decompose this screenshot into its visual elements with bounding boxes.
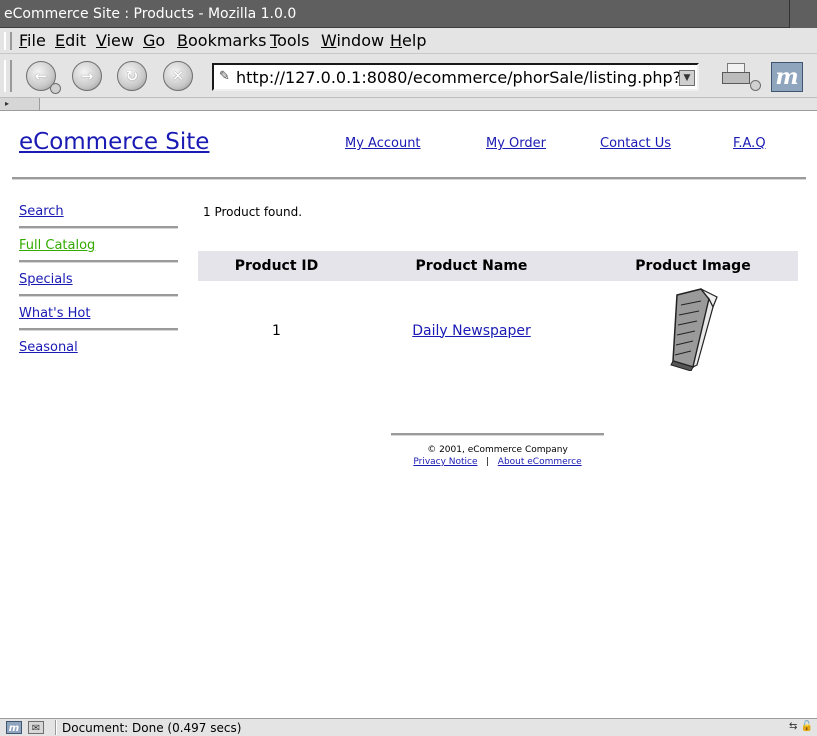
- about-ecommerce-link[interactable]: About eCommerce: [498, 457, 582, 467]
- menu-bookmarks[interactable]: Bookmarks: [177, 31, 266, 50]
- reload-icon: ↻: [125, 67, 139, 85]
- personal-toolbar: ▸: [0, 98, 817, 111]
- product-image-cell: [588, 281, 798, 380]
- header-divider: [12, 177, 806, 180]
- window-title: eCommerce Site : Products - Mozilla 1.0.…: [4, 6, 297, 22]
- column-header-product-name: Product Name: [355, 251, 588, 281]
- url-bar[interactable]: ✎ ▼: [212, 63, 699, 91]
- column-header-product-id: Product ID: [198, 251, 355, 281]
- my-account-link[interactable]: My Account: [345, 136, 421, 151]
- back-history-dropdown-icon[interactable]: [50, 83, 61, 94]
- status-bar: m ✉ Document: Done (0.497 secs) ⇆ 🔓: [0, 718, 817, 736]
- page-content: eCommerce Site My Account My Order Conta…: [0, 112, 817, 718]
- window-control-button[interactable]: [789, 0, 817, 28]
- newspaper-icon[interactable]: [663, 287, 723, 372]
- printer-icon: [722, 72, 750, 84]
- menu-help[interactable]: Help: [390, 31, 426, 50]
- back-arrow-icon: ←: [34, 67, 48, 85]
- column-header-product-image: Product Image: [588, 251, 798, 281]
- toolbar-grip[interactable]: [4, 60, 12, 92]
- menu-go[interactable]: Go: [143, 31, 165, 50]
- mozilla-logo-icon[interactable]: m: [771, 62, 803, 92]
- menu-view[interactable]: View: [96, 31, 134, 50]
- sidebar-divider: [19, 328, 178, 331]
- sidebar-divider: [19, 260, 178, 263]
- product-table: Product ID Product Name Product Image 1 …: [198, 251, 798, 380]
- sidebar-whats-hot-link[interactable]: What's Hot: [19, 306, 90, 321]
- toolbar-grip[interactable]: [4, 32, 12, 50]
- table-header-row: Product ID Product Name Product Image: [198, 251, 798, 281]
- print-dropdown-icon[interactable]: [750, 80, 761, 91]
- sidebar-seasonal-link[interactable]: Seasonal: [19, 340, 78, 355]
- connection-security-icon[interactable]: ⇆ 🔓: [763, 721, 813, 734]
- stop-icon: ✕: [171, 67, 185, 85]
- product-name-cell: Daily Newspaper: [355, 281, 588, 380]
- sidebar-specials-link[interactable]: Specials: [19, 272, 73, 287]
- forward-button[interactable]: →: [72, 61, 102, 91]
- page-proxy-icon[interactable]: ✎: [219, 69, 230, 84]
- url-input[interactable]: [236, 67, 680, 87]
- contact-us-link[interactable]: Contact Us: [600, 136, 671, 151]
- navigation-toolbar: ← → ↻ ✕ ✎ ▼ m: [0, 54, 817, 98]
- mail-composer-icon[interactable]: ✉: [28, 721, 44, 734]
- table-row: 1 Daily Newspaper: [198, 281, 798, 380]
- print-button[interactable]: [722, 60, 762, 94]
- menu-file[interactable]: File: [19, 31, 46, 50]
- product-id-cell: 1: [272, 322, 281, 339]
- sidebar-divider: [19, 226, 178, 229]
- product-name-link[interactable]: Daily Newspaper: [412, 323, 530, 339]
- results-count: 1 Product found.: [203, 205, 303, 219]
- url-history-dropdown-icon[interactable]: ▼: [679, 70, 695, 86]
- reload-button[interactable]: ↻: [117, 61, 147, 91]
- footer-links: Privacy Notice | About eCommerce: [391, 457, 604, 467]
- site-title-link[interactable]: eCommerce Site: [19, 129, 209, 155]
- back-button[interactable]: ←: [26, 61, 61, 94]
- status-separator: [55, 720, 57, 735]
- menu-edit[interactable]: Edit: [55, 31, 86, 50]
- privacy-notice-link[interactable]: Privacy Notice: [413, 457, 477, 467]
- stop-button[interactable]: ✕: [163, 61, 193, 91]
- forward-arrow-icon: →: [80, 67, 94, 85]
- status-text: Document: Done (0.497 secs): [62, 721, 242, 735]
- my-order-link[interactable]: My Order: [486, 136, 546, 151]
- footer-separator: |: [486, 457, 490, 467]
- faq-link[interactable]: F.A.Q: [733, 136, 766, 151]
- window-title-bar: eCommerce Site : Products - Mozilla 1.0.…: [0, 0, 817, 28]
- footer-copyright: © 2001, eCommerce Company: [427, 445, 568, 455]
- footer-divider: [391, 433, 604, 436]
- sidebar-search-link[interactable]: Search: [19, 204, 64, 219]
- mozilla-navigator-icon[interactable]: m: [6, 721, 22, 734]
- menu-window[interactable]: Window: [321, 31, 384, 50]
- menu-tools[interactable]: Tools: [270, 31, 309, 50]
- menu-bar: File Edit View Go Bookmarks Tools Window…: [0, 28, 817, 54]
- sidebar-full-catalog-link[interactable]: Full Catalog: [19, 238, 95, 253]
- personal-toolbar-grip[interactable]: ▸: [0, 98, 40, 110]
- sidebar-divider: [19, 294, 178, 297]
